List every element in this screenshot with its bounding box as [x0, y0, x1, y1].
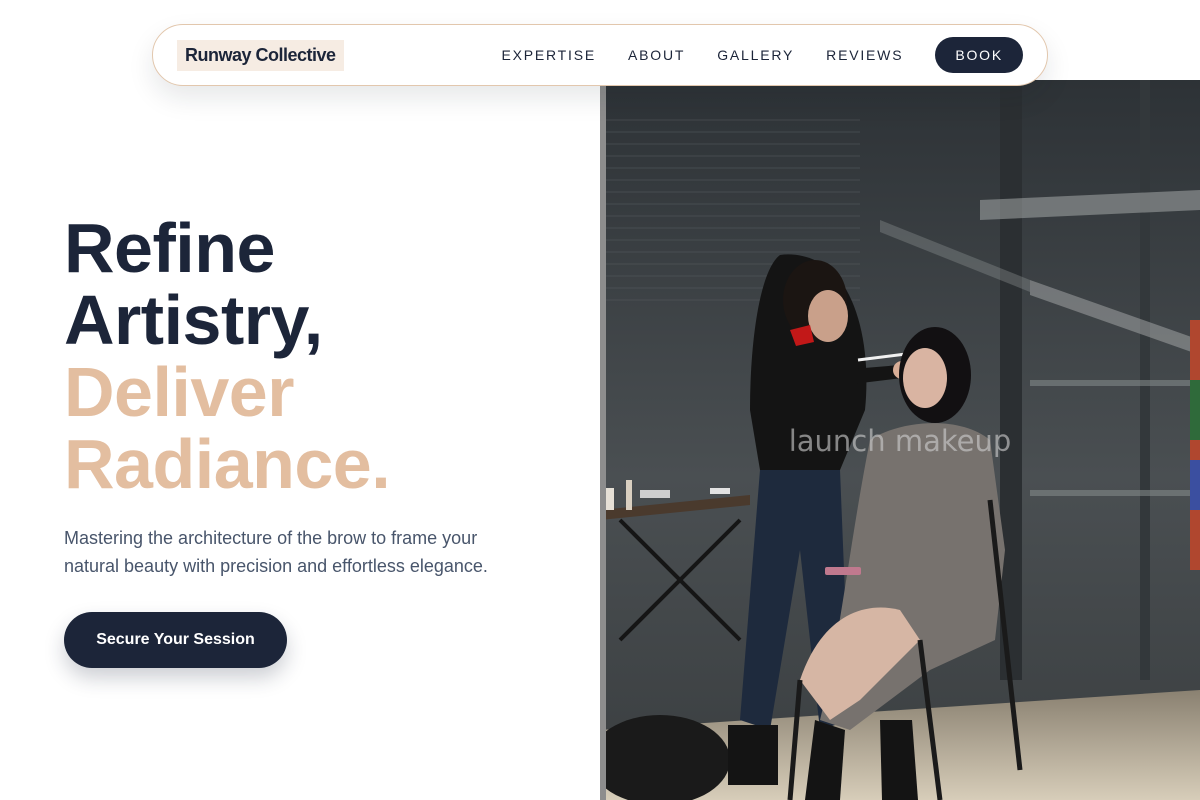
nav-link-expertise[interactable]: EXPERTISE [501, 47, 596, 63]
brand-logo[interactable]: Runway Collective [177, 39, 344, 71]
hero-subtext: Mastering the architecture of the brow t… [64, 528, 488, 576]
nav-link-about[interactable]: ABOUT [628, 47, 685, 63]
secure-session-button[interactable]: Secure Your Session [64, 612, 287, 668]
book-button[interactable]: BOOK [935, 37, 1023, 73]
hero-image: launch makeup [600, 80, 1200, 800]
headline-line-3: Deliver [64, 353, 294, 431]
nav-link-reviews[interactable]: REVIEWS [826, 47, 903, 63]
headline-line-1: Refine [64, 209, 275, 287]
nav-link-gallery[interactable]: GALLERY [717, 47, 794, 63]
headline-line-2: Artistry, [64, 281, 323, 359]
image-caption: launch makeup [788, 424, 1012, 458]
navbar: Runway Collective EXPERTISE ABOUT GALLER… [152, 24, 1048, 86]
headline-line-4: Radiance. [64, 425, 391, 503]
nav-links: EXPERTISE ABOUT GALLERY REVIEWS BOOK [501, 37, 1023, 73]
hero-headline: Refine Artistry, Deliver Radiance. [64, 209, 391, 503]
